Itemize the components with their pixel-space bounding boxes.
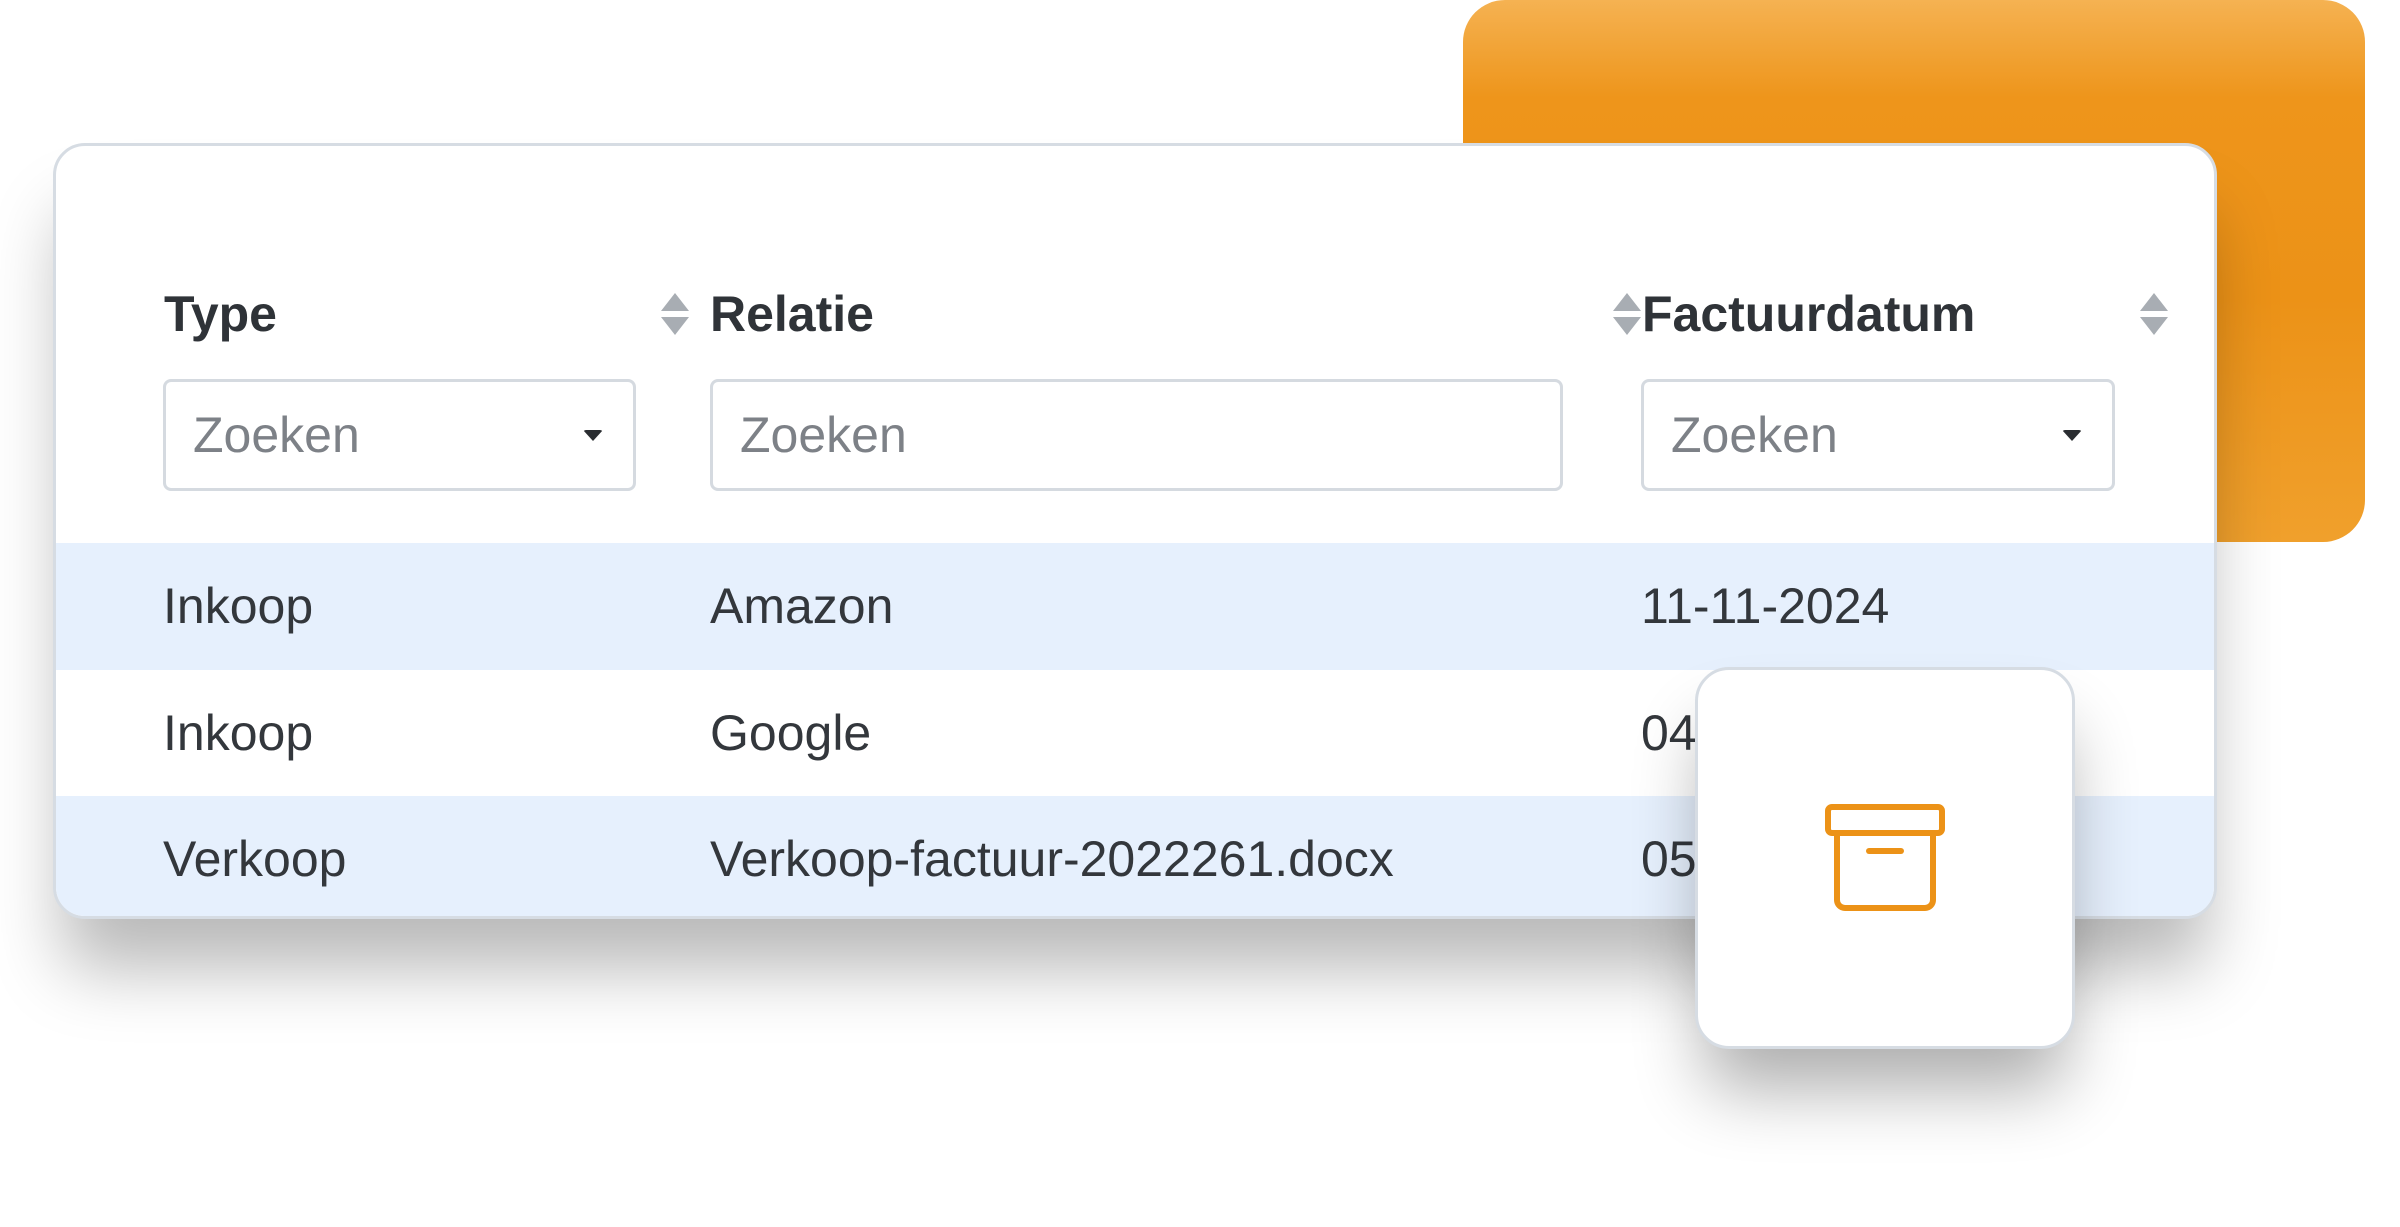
cell-type: Verkoop bbox=[163, 831, 347, 887]
column-header-factuurdatum[interactable]: Factuurdatum bbox=[1642, 286, 2169, 342]
factuurdatum-filter-select[interactable]: Zoeken bbox=[1641, 379, 2115, 491]
caret-down-icon bbox=[583, 429, 603, 441]
table-row[interactable]: Inkoop Amazon 11-11-2024 bbox=[56, 543, 2214, 670]
column-title-factuurdatum: Factuurdatum bbox=[1642, 286, 1976, 342]
cell-relatie: Amazon bbox=[710, 578, 894, 634]
sort-descending-icon bbox=[661, 317, 689, 335]
sort-icon[interactable] bbox=[2139, 289, 2169, 339]
column-title-type: Type bbox=[164, 286, 277, 342]
cell-type: Inkoop bbox=[163, 578, 314, 634]
cell-type: Inkoop bbox=[163, 705, 314, 761]
sort-icon[interactable] bbox=[1612, 289, 1642, 339]
type-filter-select[interactable]: Zoeken bbox=[163, 379, 636, 491]
column-header-relatie[interactable]: Relatie bbox=[710, 286, 1642, 342]
column-title-relatie: Relatie bbox=[710, 286, 874, 342]
sort-icon[interactable] bbox=[660, 289, 690, 339]
caret-down-icon bbox=[2062, 429, 2082, 441]
archive-icon bbox=[1825, 804, 1945, 911]
relatie-search-input[interactable]: Zoeken bbox=[710, 379, 1563, 491]
type-filter-placeholder: Zoeken bbox=[193, 407, 360, 463]
sort-ascending-icon bbox=[2140, 293, 2168, 311]
cell-factuurdatum: 04 bbox=[1641, 705, 1697, 761]
sort-descending-icon bbox=[2140, 317, 2168, 335]
sort-ascending-icon bbox=[661, 293, 689, 311]
cell-factuurdatum: 05 bbox=[1641, 831, 1697, 887]
cell-factuurdatum: 11-11-2024 bbox=[1641, 578, 1890, 634]
stage: Type Relatie Factuurdatum Zoeken Zoeken … bbox=[0, 0, 2400, 1227]
archive-button[interactable] bbox=[1695, 667, 2075, 1049]
sort-descending-icon bbox=[1613, 317, 1641, 335]
cell-relatie: Google bbox=[710, 705, 872, 761]
column-header-type[interactable]: Type bbox=[164, 286, 690, 342]
relatie-filter-placeholder: Zoeken bbox=[740, 407, 907, 463]
factuurdatum-filter-placeholder: Zoeken bbox=[1671, 407, 1838, 463]
cell-relatie: Verkoop-factuur-2022261.docx bbox=[710, 831, 1394, 887]
sort-ascending-icon bbox=[1613, 293, 1641, 311]
